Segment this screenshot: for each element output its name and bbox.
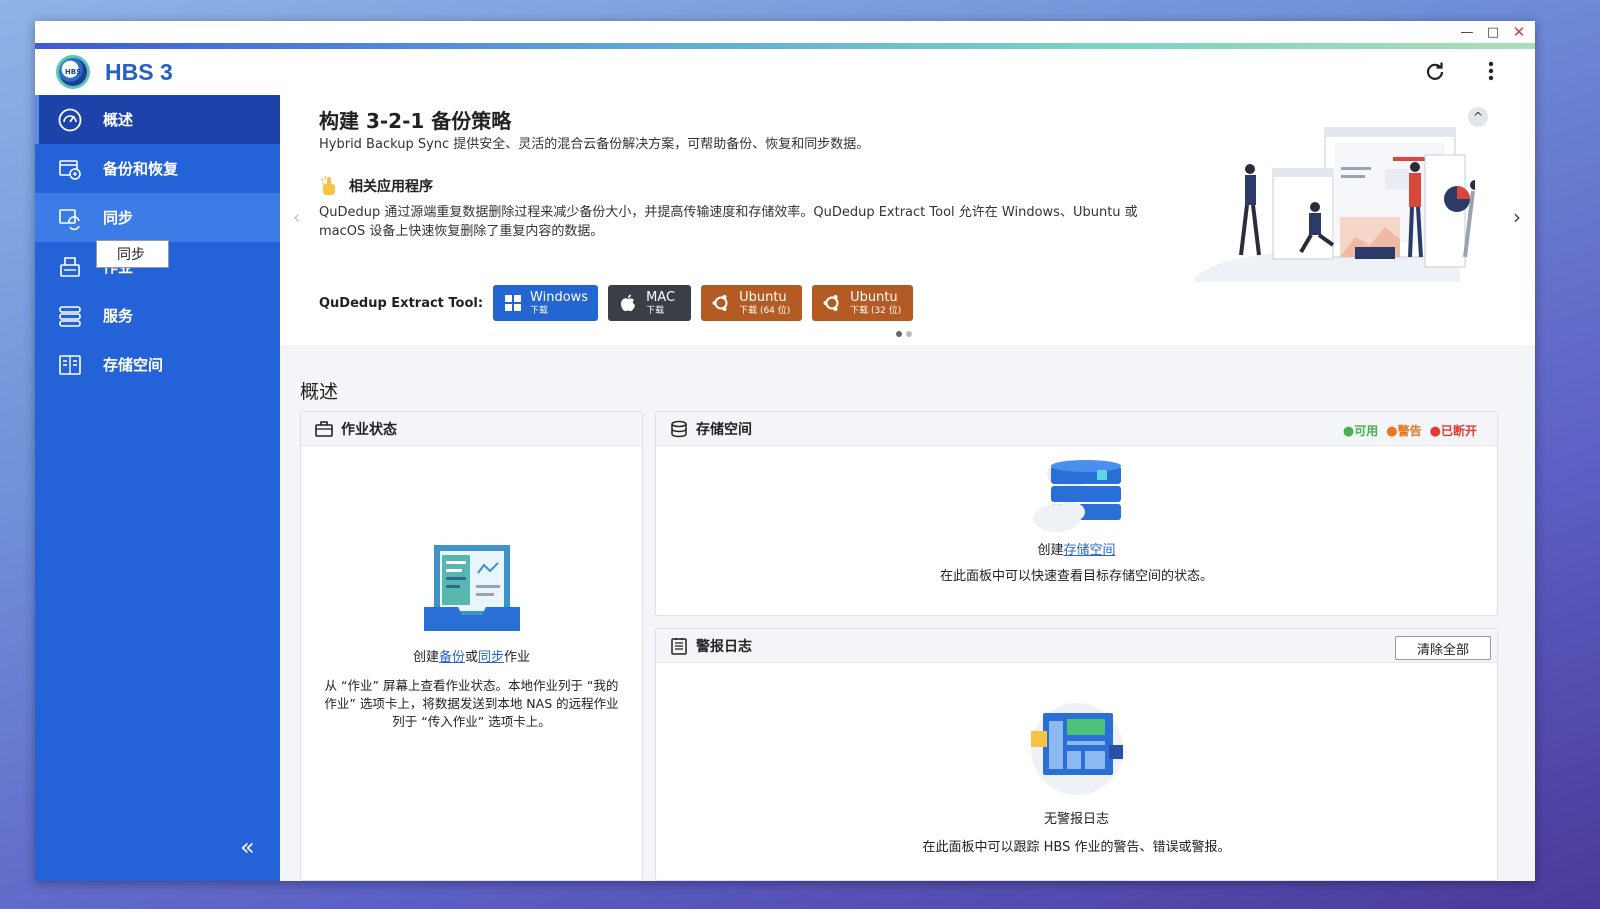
sidebar: 概述 备份和恢复 同步 作业 服务 [35, 95, 280, 881]
card-title: 存储空间 [696, 421, 752, 438]
close-button[interactable]: ✕ [1511, 23, 1527, 41]
sidebar-item-backup-restore[interactable]: 备份和恢复 [35, 144, 280, 193]
database-icon [670, 420, 688, 438]
banner-illustration [1195, 127, 1475, 282]
alerts-description: 在此面板中可以跟踪 HBS 作业的警告、错误或警报。 [922, 840, 1231, 855]
extract-tool-label: QuDedup Extract Tool: [319, 295, 484, 311]
app-window: — □ ✕ HBS HBS 3 概述 备份和恢复 同步 服务 存储空间 同步 «… [35, 21, 1535, 881]
alert-log-illustration [1030, 703, 1123, 795]
extract-tool-row: QuDedup Extract Tool: Windows下载 MAC下载 [319, 285, 923, 321]
log-icon [670, 637, 688, 655]
sync-tooltip: 同步 [96, 240, 169, 268]
carousel-dot[interactable] [906, 331, 912, 337]
banner-next-icon[interactable]: › [1513, 205, 1521, 229]
card-header: 警报日志 清除全部 [656, 629, 1497, 663]
alert-log-card: 警报日志 清除全部 无警报日志 在此面板中可以跟踪 HBS 作业的警告、错误或警… [655, 628, 1498, 881]
sidebar-item-label: 备份和恢复 [103, 160, 179, 178]
card-title: 警报日志 [696, 638, 752, 655]
storage-icon [57, 352, 83, 378]
apple-icon [618, 293, 638, 313]
no-alerts-text: 无警报日志 [1043, 812, 1109, 827]
job-status-illustration [423, 545, 520, 631]
job-status-description: 从 “作业” 屏幕上查看作业状态。本地作业列于 “我的作业” 选项卡上，将数据发… [324, 678, 619, 729]
main-content: ‹ 构建 3-2-1 备份策略 Hybrid Backup Sync 提供安全、… [280, 95, 1535, 881]
windows-icon [503, 293, 522, 313]
banner-prev-icon[interactable]: ‹ [293, 207, 300, 228]
minimize-button[interactable]: — [1459, 24, 1475, 40]
button-sub: 下载 [646, 305, 665, 316]
hbs-logo-icon: HBS [56, 55, 90, 89]
backup-restore-icon [57, 156, 83, 182]
button-name: Ubuntu [850, 289, 898, 305]
create-job-line: 创建备份或同步作业 [412, 650, 531, 665]
job-status-card: 作业状态 创建备份或同步作业 从 “作业” 屏幕上查看作业状态。本地作业列于 “… [300, 411, 643, 881]
card-title: 作业状态 [341, 421, 397, 438]
sidebar-item-label: 服务 [103, 307, 134, 325]
button-sub: 下载 [530, 305, 549, 316]
ubuntu-icon [711, 293, 731, 313]
refresh-icon[interactable] [1421, 57, 1449, 85]
collapse-banner-icon[interactable]: ^ [1468, 107, 1488, 127]
sidebar-item-storage[interactable]: 存储空间 [35, 340, 280, 389]
app-header: HBS HBS 3 [35, 49, 1535, 95]
carousel-dots [896, 331, 912, 337]
download-ubuntu-64-button[interactable]: Ubuntu 下载 (64 位) [701, 285, 803, 321]
button-name: Windows [530, 289, 589, 305]
ubuntu-icon [822, 293, 842, 313]
sidebar-item-sync[interactable]: 同步 [35, 193, 280, 242]
button-sub: 下载 (32 位) [850, 305, 902, 316]
button-name: Ubuntu [739, 289, 787, 305]
title-bar: — □ ✕ [35, 21, 1535, 43]
dashboard-icon [57, 107, 83, 133]
services-icon [57, 303, 83, 329]
create-backup-link[interactable]: 备份 [439, 650, 465, 665]
create-storage-line: 创建存储空间 [1037, 543, 1116, 558]
download-windows-button[interactable]: Windows 下载 [493, 285, 599, 321]
storage-illustration [1032, 460, 1121, 532]
briefcase-icon [315, 420, 333, 438]
storage-description: 在此面板中可以快速查看目标存储空间的状态。 [939, 569, 1213, 584]
sidebar-item-label: 同步 [103, 209, 134, 227]
app-title: HBS 3 [105, 58, 173, 85]
legend-disconnected: ●已断开 [1429, 424, 1477, 439]
related-apps-title: 相关应用程序 [349, 179, 433, 195]
clear-all-button[interactable]: 清除全部 [1395, 636, 1491, 660]
create-sync-link[interactable]: 同步 [478, 650, 504, 665]
button-sub: 下载 (64 位) [739, 305, 791, 316]
download-ubuntu-32-button[interactable]: Ubuntu 下载 (32 位) [812, 285, 914, 321]
storage-legend: ●可用 ●警告 ●已断开 [1343, 422, 1477, 439]
jobs-icon [57, 254, 83, 280]
storage-card: 存储空间 ●可用 ●警告 ●已断开 创建存储空间 在此面板中可以快速查看目标存储… [655, 411, 1498, 616]
carousel-dot[interactable] [896, 331, 902, 337]
hand-pointer-icon [319, 175, 341, 197]
sidebar-item-label: 存储空间 [103, 356, 164, 374]
banner-title: 构建 3-2-1 备份策略 [319, 109, 512, 133]
overview-title: 概述 [300, 381, 339, 403]
sidebar-item-services[interactable]: 服务 [35, 291, 280, 340]
promo-banner: ‹ 构建 3-2-1 备份策略 Hybrid Backup Sync 提供安全、… [280, 95, 1535, 345]
download-mac-button[interactable]: MAC 下载 [608, 285, 692, 321]
button-name: MAC [646, 289, 676, 305]
collapse-sidebar-icon[interactable]: « [240, 833, 255, 861]
create-storage-link[interactable]: 存储空间 [1064, 543, 1116, 558]
card-header: 作业状态 [301, 412, 642, 446]
related-apps-text: QuDedup 通过源端重复数据删除过程来减少备份大小，并提高传输速度和存储效率… [319, 205, 1138, 239]
related-apps-heading: 相关应用程序 [319, 175, 433, 197]
more-vert-icon[interactable] [1477, 57, 1505, 85]
legend-warning: ●警告 [1386, 424, 1422, 439]
card-header: 存储空间 ●可用 ●警告 ●已断开 [656, 412, 1497, 446]
sync-icon [57, 205, 83, 231]
banner-subtitle: Hybrid Backup Sync 提供安全、灵活的混合云备份解决方案，可帮助… [319, 137, 870, 152]
maximize-button[interactable]: □ [1485, 24, 1501, 40]
sidebar-item-label: 概述 [103, 111, 134, 129]
sidebar-item-overview[interactable]: 概述 [35, 95, 280, 144]
legend-available: ●可用 [1342, 424, 1379, 439]
